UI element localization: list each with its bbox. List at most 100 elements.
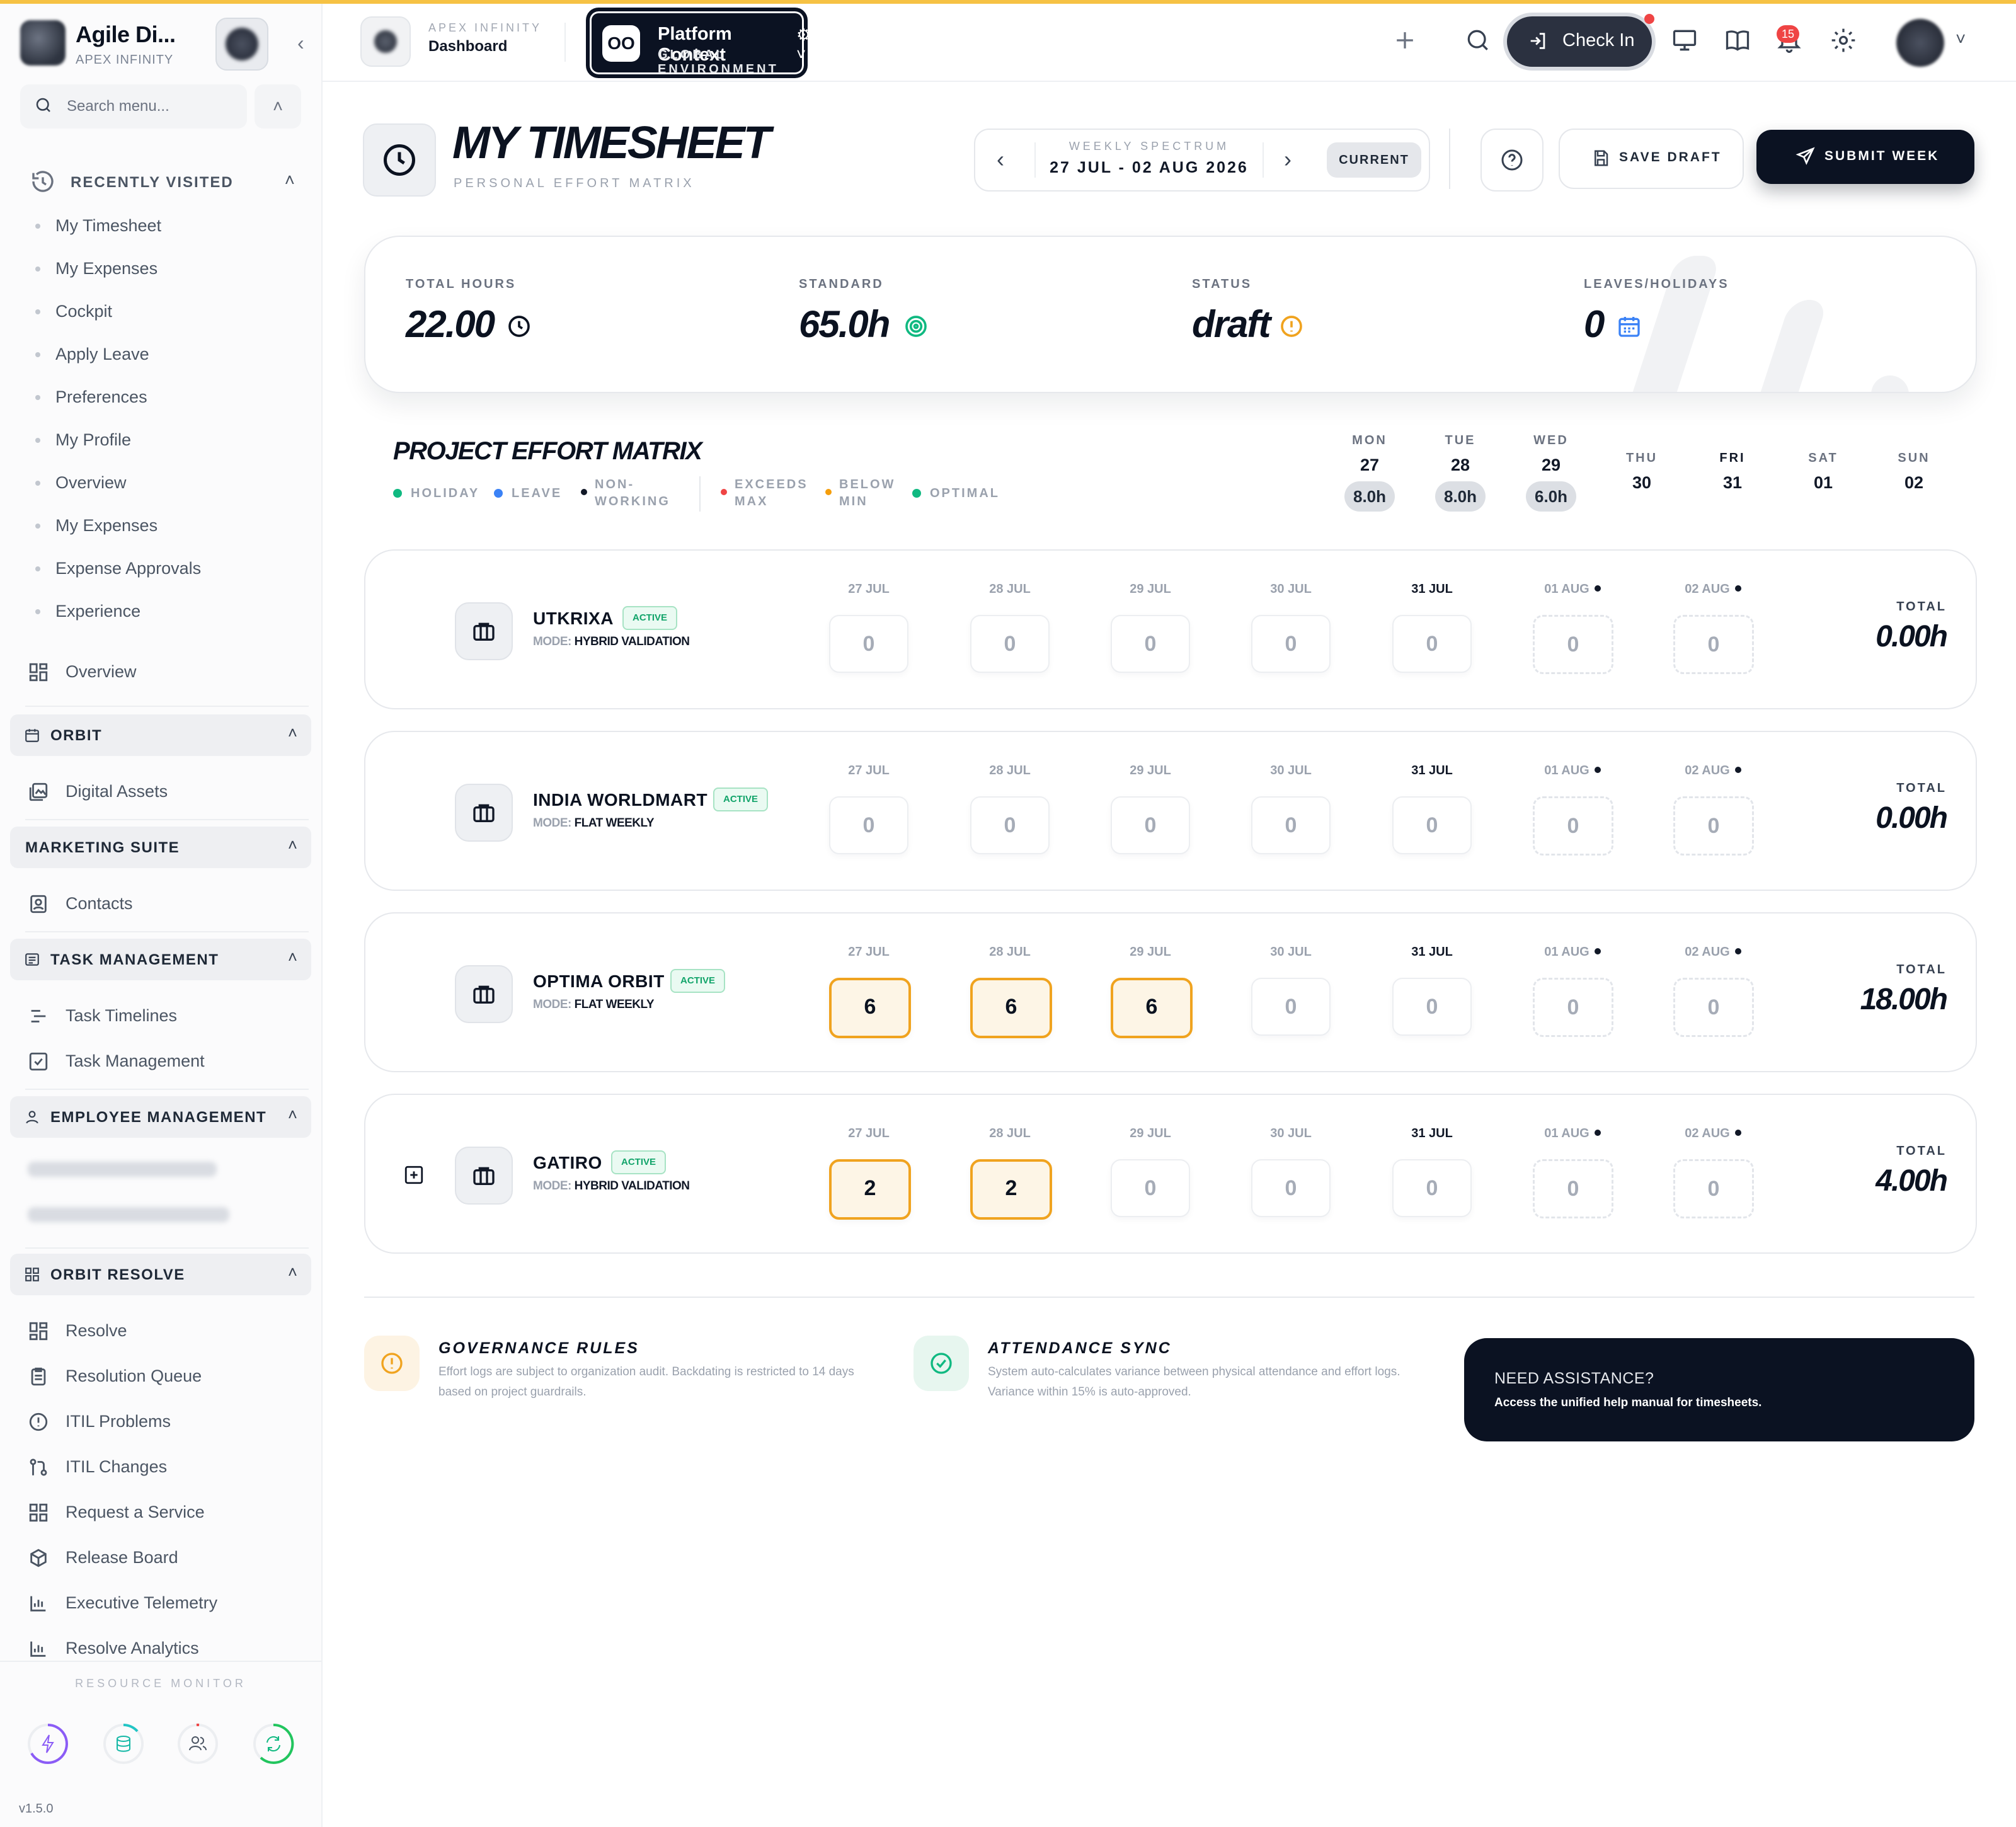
recent-item[interactable]: My Profile: [34, 427, 299, 470]
hour-input[interactable]: 0: [829, 796, 908, 854]
recent-item[interactable]: My Timesheet: [34, 213, 299, 256]
hour-input[interactable]: 0: [1392, 615, 1472, 673]
redacted-menu-item[interactable]: [28, 1202, 229, 1227]
recent-item[interactable]: My Expenses: [34, 513, 299, 556]
hour-input[interactable]: 0: [1251, 978, 1331, 1036]
hour-input[interactable]: 0: [1251, 615, 1331, 673]
cell-date: 29 JUL: [1130, 945, 1171, 959]
recently-visited-header[interactable]: RECENTLY VISITED ˄: [30, 166, 295, 198]
recent-item[interactable]: My Expenses: [34, 256, 299, 299]
section-marketing-suite[interactable]: MARKETING SUITE ˄: [10, 827, 311, 868]
package-icon: [30, 1549, 47, 1567]
check-in-button[interactable]: Check In: [1507, 14, 1654, 67]
hour-input[interactable]: 0: [1533, 615, 1613, 674]
hour-input[interactable]: 0: [1673, 615, 1754, 674]
current-week-button[interactable]: CURRENT: [1327, 142, 1421, 178]
hour-input[interactable]: 0: [1673, 1159, 1754, 1218]
sidebar-item-overview[interactable]: Overview: [28, 654, 305, 689]
chevron-left-icon[interactable]: ‹: [997, 146, 1004, 173]
sidebar-item-executive-telemetry[interactable]: Executive Telemetry: [28, 1585, 305, 1620]
hour-input[interactable]: 6: [970, 978, 1052, 1038]
submit-week-button[interactable]: SUBMIT WEEK: [1756, 130, 1974, 184]
need-assistance-card[interactable]: NEED ASSISTANCE? Access the unified help…: [1464, 1338, 1974, 1441]
hour-input[interactable]: 0: [1533, 978, 1613, 1037]
search-icon[interactable]: [1464, 26, 1492, 54]
bar-chart-icon: [30, 1596, 46, 1612]
search-input[interactable]: [66, 92, 238, 121]
grid-icon: [29, 1322, 48, 1341]
chevron-up-icon[interactable]: ˄: [255, 84, 301, 129]
help-button[interactable]: [1480, 129, 1544, 192]
redacted-menu-item[interactable]: [28, 1157, 217, 1182]
sidebar-item-request-a-service[interactable]: Request a Service: [28, 1494, 305, 1530]
page-icon: [363, 123, 436, 197]
hour-input[interactable]: 0: [1392, 978, 1472, 1036]
hour-input[interactable]: 0: [829, 615, 908, 673]
sidebar-item-contacts[interactable]: Contacts: [28, 886, 305, 921]
legend-label: WORKING: [595, 495, 670, 508]
platform-context-switcher[interactable]: OO Platform Context ⚙ ˅ GLOBAL ENVIRONME…: [587, 9, 811, 77]
recent-item[interactable]: Apply Leave: [34, 341, 299, 384]
recent-item[interactable]: Overview: [34, 470, 299, 513]
day-header-wed: WED 29 6.0h: [1513, 433, 1589, 512]
org-avatar[interactable]: [360, 16, 411, 67]
section-orbit-resolve[interactable]: ORBIT RESOLVE ˄: [10, 1254, 311, 1295]
sidebar-item-itil-problems[interactable]: ITIL Problems: [28, 1404, 305, 1439]
history-icon: [32, 171, 54, 192]
breadcrumb-page[interactable]: Dashboard: [428, 38, 507, 55]
grid-icon: [29, 1503, 48, 1522]
recent-item[interactable]: Cockpit: [34, 299, 299, 341]
database-icon[interactable]: [102, 1722, 145, 1765]
section-employee-management[interactable]: EMPLOYEE MANAGEMENT ˄: [10, 1096, 311, 1138]
legend: HOLIDAY LEAVE NON- WORKING EXCEEDS MAX BEL…: [393, 476, 1023, 514]
sidebar-item-resolution-queue[interactable]: Resolution Queue: [28, 1358, 305, 1394]
workspace-avatar[interactable]: [215, 18, 268, 71]
gear-icon[interactable]: [1830, 26, 1857, 54]
hour-input[interactable]: 0: [1392, 1159, 1472, 1217]
user-avatar[interactable]: [1896, 19, 1944, 67]
hour-input[interactable]: 0: [1673, 978, 1754, 1037]
hour-input[interactable]: 6: [829, 978, 911, 1038]
hour-input[interactable]: 0: [970, 796, 1050, 854]
hour-cell: 30 JUL 0: [1251, 1126, 1331, 1217]
users-icon[interactable]: [176, 1722, 219, 1765]
save-draft-button[interactable]: SAVE DRAFT: [1559, 129, 1744, 189]
recent-item[interactable]: Preferences: [34, 384, 299, 427]
hour-input[interactable]: 2: [829, 1159, 911, 1220]
hour-input[interactable]: 0: [1533, 796, 1613, 856]
hour-input[interactable]: 0: [1673, 796, 1754, 856]
sidebar-item-digital-assets[interactable]: Digital Assets: [28, 774, 305, 809]
book-icon[interactable]: [1724, 26, 1751, 54]
recent-item[interactable]: Experience: [34, 598, 299, 641]
recent-item[interactable]: Expense Approvals: [34, 556, 299, 598]
hour-input[interactable]: 0: [1111, 615, 1190, 673]
clock-icon: [508, 316, 530, 337]
plus-icon[interactable]: [1391, 26, 1419, 54]
sidebar-item-resolve[interactable]: Resolve: [28, 1313, 305, 1348]
section-orbit[interactable]: ORBIT ˄: [10, 714, 311, 756]
sidebar-item-itil-changes[interactable]: ITIL Changes: [28, 1449, 305, 1484]
refresh-icon[interactable]: [252, 1722, 295, 1765]
sidebar-item-task-timelines[interactable]: Task Timelines: [28, 998, 305, 1033]
hour-input[interactable]: 0: [1392, 796, 1472, 854]
collapse-sidebar-icon[interactable]: ‹: [297, 32, 304, 55]
legend-label: MAX: [735, 495, 769, 508]
day-header-thu: THU 30: [1604, 451, 1680, 493]
sidebar-item-task-management[interactable]: Task Management: [28, 1043, 305, 1079]
chevron-right-icon[interactable]: ›: [1284, 146, 1292, 173]
hour-input[interactable]: 6: [1111, 978, 1193, 1038]
bolt-icon[interactable]: [26, 1722, 69, 1765]
hour-input[interactable]: 0: [1251, 796, 1331, 854]
expand-plus-icon[interactable]: [403, 1164, 425, 1186]
sidebar-item-release-board[interactable]: Release Board: [28, 1540, 305, 1575]
hour-input[interactable]: 0: [970, 615, 1050, 673]
chevron-down-icon[interactable]: ˅: [1956, 29, 1966, 49]
hour-input[interactable]: 0: [1251, 1159, 1331, 1217]
section-task-management[interactable]: TASK MANAGEMENT ˄: [10, 939, 311, 980]
hour-input[interactable]: 0: [1111, 1159, 1190, 1217]
monitor-icon[interactable]: [1671, 26, 1698, 54]
hour-input[interactable]: 0: [1111, 796, 1190, 854]
hour-input[interactable]: 2: [970, 1159, 1052, 1220]
hour-cell: 30 JUL 0: [1251, 582, 1331, 673]
hour-input[interactable]: 0: [1533, 1159, 1613, 1218]
